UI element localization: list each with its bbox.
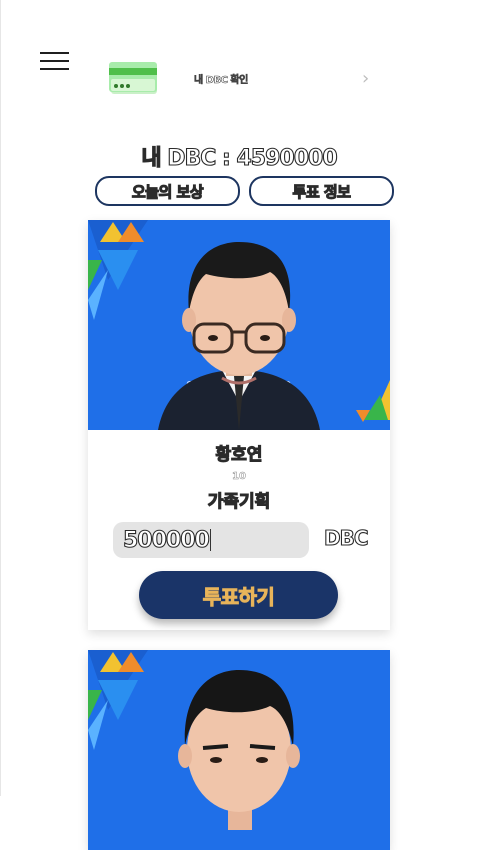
candidate-photo: [88, 650, 390, 850]
candidate-department: 가족기획: [207, 491, 271, 512]
vote-amount-value: 500000: [122, 527, 210, 553]
candidate-card: [88, 650, 390, 850]
vote-button[interactable]: 투표하기: [139, 571, 338, 619]
candidate-card: S 2 황호연 10 가족기획 500000 DBC 투표하기: [88, 220, 390, 630]
candidate-number: 10: [232, 471, 246, 483]
chevron-right-icon[interactable]: ›: [362, 69, 369, 89]
candidate-photo: S 2: [88, 220, 390, 430]
hamburger-menu-icon[interactable]: [38, 50, 70, 72]
candidate-name: 황호연: [215, 444, 263, 465]
text-caret: [209, 529, 211, 551]
vote-info-button[interactable]: 투표 정보: [249, 176, 394, 206]
card-icon[interactable]: [109, 62, 159, 96]
dbc-balance: 내 DBC : 4590000: [141, 145, 338, 171]
currency-unit-label: DBC: [323, 525, 369, 550]
vote-amount-input[interactable]: 500000: [113, 522, 309, 558]
my-dbc-link[interactable]: 내 DBC 확인: [194, 71, 249, 87]
page-edge: [0, 0, 1, 796]
daily-reward-button[interactable]: 오늘의 보상: [95, 176, 240, 206]
